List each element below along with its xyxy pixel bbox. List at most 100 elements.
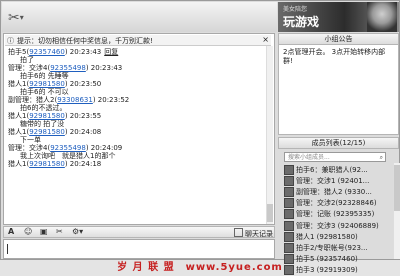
sender-id[interactable]: 92981580 (29, 160, 65, 168)
sender-id[interactable]: 92981580 (29, 80, 65, 88)
avatar (284, 220, 294, 231)
sender-id[interactable]: 92355498 (50, 64, 86, 72)
message-list: 拍手5(92357460) 20:23:43 回复 拍了 管理：交涉4(92355… (8, 48, 264, 176)
chat-message: 猎人1(92981580) 20:23:50 拍手6的 不可以 (8, 80, 264, 96)
message-time: ) 20:23:50 (64, 80, 102, 88)
notice-text: 提示：切勿相信任何中奖信息，千万别汇款! (17, 37, 153, 45)
avatar (284, 164, 294, 175)
member-scrollbar[interactable] (393, 163, 400, 259)
member-name: 管理：交涉2(92328846) (296, 199, 377, 208)
banner-big-text: 玩游戏 (283, 15, 320, 29)
emoji-icon[interactable]: ☺ (24, 227, 32, 236)
member-item[interactable]: 副管理：猎人2 (9330... (278, 186, 392, 197)
message-input[interactable] (3, 239, 275, 259)
sender-id[interactable]: 92981580 (29, 112, 65, 120)
font-icon[interactable]: A (8, 227, 14, 236)
message-text: 下一单 (20, 136, 41, 144)
message-text: 我上次询吧 就是猎人1的那个 (20, 152, 116, 160)
close-icon[interactable]: × (262, 35, 269, 44)
sender-name: 猎人1( (8, 80, 30, 88)
member-name: 猎人1 (92981580) (296, 232, 358, 241)
image-icon[interactable]: ▣ (40, 227, 48, 236)
ad-banner[interactable]: 美女陪您 玩游戏 (278, 2, 399, 32)
chat-message: 管理：交涉4(92355498) 20:24:09 我上次询吧 就是猎人1的那个 (8, 144, 264, 160)
chat-history-button[interactable]: 聊天记录 (234, 228, 273, 239)
sender-name: 猎人1( (8, 128, 30, 136)
banner-portrait-image (367, 2, 397, 32)
message-text: 拍手6的 不可以 (20, 88, 69, 96)
sender-name: 猎人1( (8, 160, 30, 168)
message-time: ) 20:24:09 (85, 144, 123, 152)
sender-id[interactable]: 92355498 (50, 144, 86, 152)
message-time: ) 20:24:18 (64, 160, 102, 168)
member-item[interactable]: 猎人1 (92981580) (278, 231, 392, 242)
top-bar: ✂▾ (2, 2, 277, 32)
screenshot-icon[interactable]: ✂ (56, 227, 63, 236)
member-list-title: 成员列表(12/15) (278, 137, 399, 149)
tools-icon[interactable]: ✂▾ (8, 10, 24, 26)
watermark: 岁 月 联 盟 www.5yue.com (117, 262, 283, 273)
chat-message: 猎人1(92981580) 20:23:55 糖带的 拍了没 (8, 112, 264, 128)
member-scroll-thumb[interactable] (394, 165, 400, 211)
member-item[interactable]: 管理：交涉1 (92401... (278, 175, 392, 186)
sender-name: 管理：交涉4( (8, 144, 51, 152)
chat-message: 猎人1(92981580) 20:24:08 下一单 (8, 128, 264, 144)
right-panel: 小组公告 2点管理开会。 3点开始转移内部群! 成员列表(12/15) 搜索小组… (278, 33, 400, 276)
member-name: 管理：交涉3 (92406889) (296, 221, 379, 230)
member-item[interactable]: 管理：交涉3 (92406889) (278, 220, 392, 231)
chat-window: ✂▾ 美女陪您 玩游戏 ⓘ 提示：切勿相信任何中奖信息，千万别汇款! × 拍手5… (0, 0, 400, 276)
announcement-body: 2点管理开会。 3点开始转移内部群! (278, 45, 399, 135)
sender-name: 管理：交涉4( (8, 64, 51, 72)
avatar (284, 186, 294, 197)
message-time: ) 20:23:52 (92, 96, 130, 104)
chat-history-label: 聊天记录 (245, 230, 273, 238)
member-item[interactable]: 管理：记账 (92395335) (278, 209, 392, 220)
text-caret (7, 244, 8, 254)
reply-link[interactable]: 回复 (104, 48, 118, 56)
member-name: 管理：交涉1 (92401... (296, 176, 370, 185)
message-text: 拍手6的 先睡等 (20, 72, 69, 80)
member-name: 副管理：猎人2 (9330... (296, 187, 372, 196)
sender-name: 拍手5( (8, 48, 30, 56)
sender-name: 猎人1( (8, 112, 30, 120)
sender-id[interactable]: 92357460 (29, 48, 65, 56)
shake-icon[interactable]: ⚙▾ (72, 227, 83, 236)
member-name: 管理：记账 (92395335) (296, 210, 375, 219)
message-time: ) 20:23:43 (85, 64, 123, 72)
chat-message: 拍手5(92357460) 20:23:43 回复 拍了 (8, 48, 264, 64)
announcement-title: 小组公告 (278, 33, 399, 45)
chat-message-area[interactable]: ⓘ 提示：切勿相信任何中奖信息，千万别汇款! × 拍手5(92357460) 2… (3, 33, 275, 225)
member-item[interactable]: 管理：交涉2(92328846) (278, 198, 392, 209)
search-icon[interactable]: ⌕ (380, 153, 383, 162)
notice-bar: ⓘ 提示：切勿相信任何中奖信息，千万别汇款! × (5, 35, 271, 46)
avatar (284, 198, 294, 209)
chat-scrollbar[interactable] (266, 46, 273, 224)
message-time: ) 20:23:43 (64, 48, 102, 56)
chat-scroll-thumb[interactable] (267, 204, 273, 222)
member-search-input[interactable]: 搜索小组成员... ⌕ (284, 152, 386, 162)
history-icon (234, 228, 243, 237)
member-name: 拍手2/专职帐号(923... (296, 243, 368, 252)
sender-id[interactable]: 93308631 (57, 96, 93, 104)
member-item[interactable]: 拍手6：兼职猎人(92... (278, 164, 392, 175)
banner-small-text: 美女陪您 (283, 6, 308, 13)
message-text: 拍6的不透过。 (20, 104, 67, 112)
member-item[interactable]: 拍手2/专职帐号(923... (278, 242, 392, 253)
input-toolbar: A ☺ ▣ ✂ ⚙▾ 聊天记录 (3, 226, 275, 238)
message-time: ) 20:23:55 (64, 112, 102, 120)
avatar (284, 175, 294, 186)
chat-message: 猎人1(92981580) 20:24:18 (8, 160, 264, 176)
chat-message: 管理：交涉4(92355498) 20:23:43 拍手6的 先睡等 (8, 64, 264, 80)
member-search-placeholder: 搜索小组成员... (288, 154, 330, 161)
message-time: ) 20:24:08 (64, 128, 102, 136)
avatar (284, 209, 294, 220)
chat-message: 副管理：猎人2(93308631) 20:23:52 拍6的不透过。 (8, 96, 264, 112)
avatar (284, 231, 294, 242)
info-icon: ⓘ (7, 37, 14, 45)
member-name: 拍手6：兼职猎人(92... (296, 165, 368, 174)
sender-id[interactable]: 92981580 (29, 128, 65, 136)
message-text: 拍了 (20, 56, 34, 64)
sender-name: 副管理：猎人2( (8, 96, 58, 104)
avatar (284, 242, 294, 253)
message-text: 糖带的 拍了没 (20, 120, 65, 128)
